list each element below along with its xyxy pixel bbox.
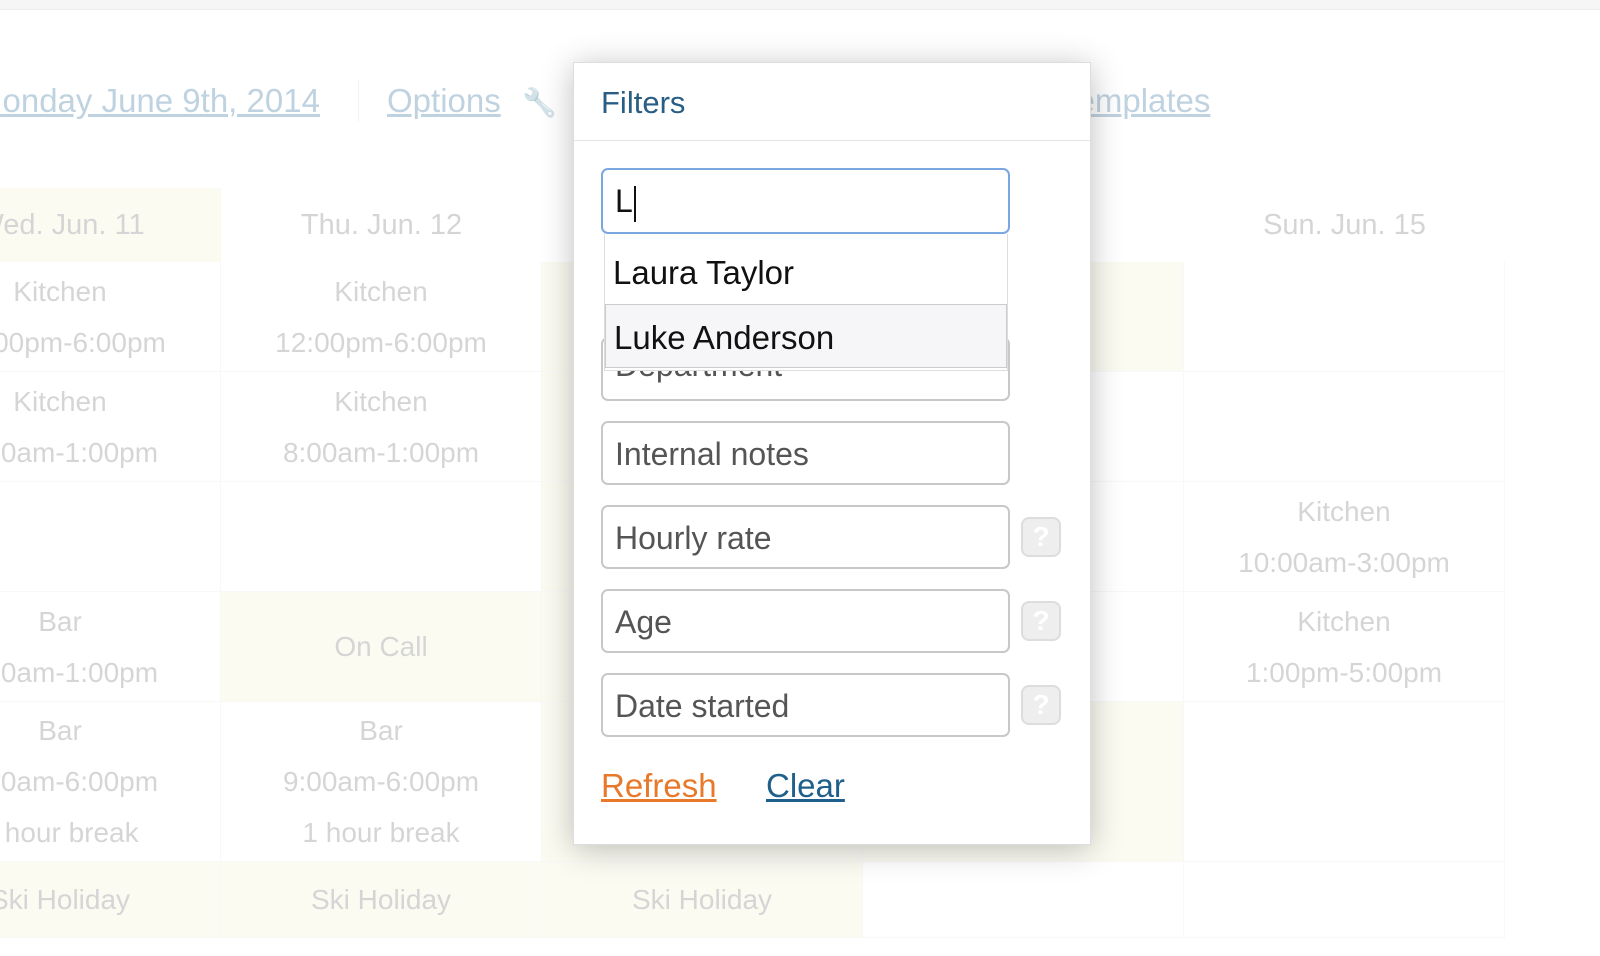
suggestion-luke-anderson[interactable]: Luke Anderson <box>605 304 1007 368</box>
suggestion-laura-taylor[interactable]: Laura Taylor <box>605 240 1007 304</box>
shift-text: Kitchen <box>1297 605 1391 637</box>
internal-notes-input[interactable]: Internal notes <box>601 421 1010 485</box>
shift-text: Kitchen <box>13 275 107 307</box>
clear-link[interactable]: Clear <box>766 767 845 805</box>
search-value: L <box>615 183 633 219</box>
shift-cell[interactable]: Kitchen 10:00am-3:00pm <box>1184 482 1505 592</box>
hourly-rate-input[interactable]: Hourly rate <box>601 505 1010 569</box>
help-icon[interactable]: ? <box>1021 685 1061 725</box>
shift-text: Bar <box>38 715 82 746</box>
shift-cell[interactable] <box>221 482 542 592</box>
filters-popup: Filters L Department Laura Taylor Luke A… <box>573 62 1091 845</box>
shift-text: 8:00am-1:00pm <box>0 656 159 688</box>
shift-text: On Call <box>334 631 428 662</box>
help-icon[interactable]: ? <box>1021 601 1061 641</box>
shift-text: 9:00am-6:00pm <box>282 766 480 797</box>
day-header: Wed. Jun. 11 <box>0 188 221 262</box>
divider <box>358 80 359 122</box>
shift-cell[interactable] <box>1184 262 1505 372</box>
help-icon[interactable]: ? <box>1021 517 1061 557</box>
shift-text: Kitchen <box>334 385 428 417</box>
shift-text: 8:00am-1:00pm <box>282 436 480 468</box>
shift-cell[interactable]: Bar 9:00am-6:00pm 1 hour break <box>0 702 221 862</box>
divider <box>574 140 1090 141</box>
shift-text: 10:00am-3:00pm <box>1238 546 1450 578</box>
shift-cell[interactable] <box>1184 702 1505 862</box>
shift-text: 1:00pm-5:00pm <box>1245 656 1443 688</box>
shift-cell[interactable]: Ski Holiday <box>0 862 221 938</box>
employee-search-input[interactable]: L <box>601 168 1010 234</box>
shift-cell[interactable]: Bar 8:00am-1:00pm <box>0 592 221 702</box>
age-input[interactable]: Age <box>601 589 1010 653</box>
shift-cell[interactable]: Kitchen 1:00pm-5:00pm <box>1184 592 1505 702</box>
shift-text: 12:00pm-6:00pm <box>275 326 487 358</box>
shift-text: Ski Holiday <box>310 884 452 915</box>
date-started-input[interactable]: Date started <box>601 673 1010 737</box>
shift-cell[interactable]: Ski Holiday <box>542 862 863 938</box>
shift-cell[interactable]: Ski Holiday <box>221 862 542 938</box>
shift-cell[interactable]: On Call <box>221 592 542 702</box>
shift-cell[interactable]: Kitchen 8:00am-1:00pm <box>0 372 221 482</box>
autocomplete-dropdown: Laura Taylor Luke Anderson <box>604 234 1008 371</box>
wrench-icon: 🔧 <box>522 87 557 118</box>
shift-text: Ski Holiday <box>631 884 773 915</box>
shift-cell[interactable]: Kitchen 12:00pm-6:00pm <box>221 262 542 372</box>
shift-cell[interactable] <box>1184 372 1505 482</box>
refresh-link[interactable]: Refresh <box>601 767 717 805</box>
shift-text: Kitchen <box>13 385 107 417</box>
shift-text: Kitchen <box>1297 495 1391 527</box>
shift-text: Bar <box>359 715 403 746</box>
options-link[interactable]: Options <box>387 82 501 120</box>
shift-text: 12:00pm-6:00pm <box>0 326 166 358</box>
shift-cell[interactable]: Kitchen 12:00pm-6:00pm <box>0 262 221 372</box>
shift-cell[interactable]: Kitchen 8:00am-1:00pm <box>221 372 542 482</box>
shift-text: Kitchen <box>334 275 428 307</box>
shift-text: Ski Holiday <box>0 884 131 915</box>
shift-text: 9:00am-6:00pm <box>0 766 159 797</box>
shift-cell[interactable]: Bar 9:00am-6:00pm 1 hour break <box>221 702 542 862</box>
filters-title: Filters <box>601 85 686 120</box>
shift-text: 1 hour break <box>302 817 460 848</box>
shift-text: 1 hour break <box>0 817 139 848</box>
day-header: Sun. Jun. 15 <box>1263 208 1426 241</box>
day-header: Thu. Jun. 12 <box>300 208 463 241</box>
week-date-link[interactable]: Monday June 9th, 2014 <box>0 82 320 120</box>
shift-cell[interactable] <box>1184 862 1505 938</box>
shift-cell[interactable] <box>0 482 221 592</box>
shift-text: Bar <box>38 605 82 637</box>
shift-text: 8:00am-1:00pm <box>0 436 159 468</box>
text-caret <box>633 185 636 222</box>
shift-cell[interactable] <box>863 862 1184 938</box>
